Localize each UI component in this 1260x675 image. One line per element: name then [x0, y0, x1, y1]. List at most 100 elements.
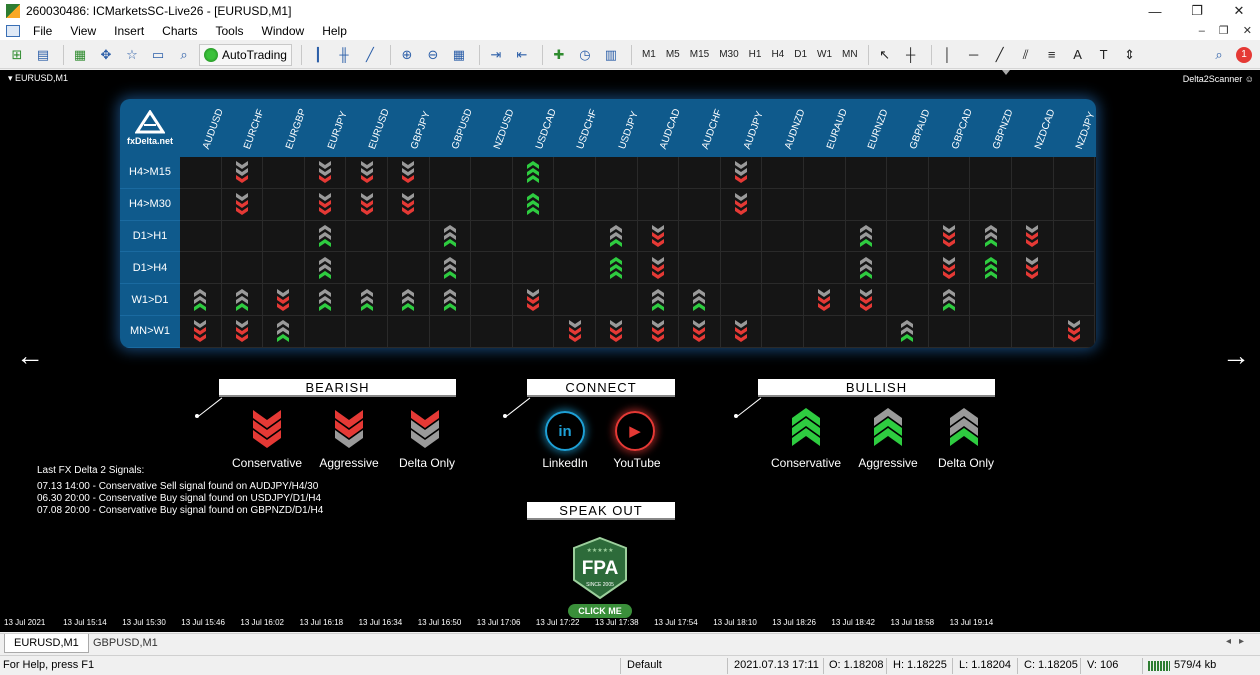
signal-cell[interactable] [304, 252, 347, 285]
signal-cell[interactable] [304, 284, 347, 316]
signal-cell[interactable] [1053, 284, 1096, 316]
signal-cell[interactable] [512, 284, 555, 316]
mdi-minimize-icon[interactable]: – [1199, 22, 1205, 40]
signal-cell[interactable] [637, 157, 680, 189]
signal-cell[interactable] [928, 284, 971, 316]
notification-badge[interactable]: 1 [1236, 46, 1252, 63]
timeframe-m5[interactable]: M5 [661, 49, 685, 60]
signal-cell[interactable] [1053, 220, 1096, 253]
signal-cell[interactable] [221, 316, 264, 348]
signal-cell[interactable] [970, 284, 1012, 316]
signal-cell[interactable] [928, 188, 971, 221]
timeframe-h1[interactable]: H1 [744, 49, 767, 60]
timeframe-m1[interactable]: M1 [637, 49, 661, 60]
signal-cell[interactable] [804, 220, 846, 253]
cursor-icon[interactable]: ↖ [874, 44, 896, 66]
signal-cell[interactable] [512, 220, 555, 253]
signal-cell[interactable] [554, 316, 596, 348]
signal-cell[interactable] [1053, 157, 1096, 189]
signal-cell[interactable] [1012, 316, 1054, 348]
signal-cell[interactable] [845, 252, 888, 285]
signal-cell[interactable] [180, 316, 222, 348]
signal-cell[interactable] [804, 252, 846, 285]
chart-window[interactable]: ▾ EURUSD,M1 Delta2Scanner ☺ fxDelta.net … [0, 70, 1260, 632]
signal-cell[interactable] [679, 284, 721, 316]
signal-cell[interactable] [596, 157, 638, 189]
signal-cell[interactable] [970, 316, 1012, 348]
signal-cell[interactable] [263, 157, 305, 189]
signal-cell[interactable] [804, 284, 846, 316]
signal-cell[interactable] [471, 220, 513, 253]
signal-cell[interactable] [1053, 252, 1096, 285]
menu-help[interactable]: Help [313, 22, 356, 40]
data-window-icon[interactable]: ☆ [121, 44, 143, 66]
signal-cell[interactable] [637, 316, 680, 348]
candlestick-icon[interactable]: ╫ [333, 44, 355, 66]
menu-window[interactable]: Window [253, 22, 314, 40]
signal-cell[interactable] [346, 220, 388, 253]
signal-cell[interactable] [554, 252, 596, 285]
signal-cell[interactable] [263, 316, 305, 348]
signal-cell[interactable] [720, 316, 763, 348]
zoom-in-icon[interactable]: ⊕ [396, 44, 418, 66]
signal-cell[interactable] [928, 220, 971, 253]
signal-cell[interactable] [304, 316, 347, 348]
signal-cell[interactable] [928, 252, 971, 285]
tab-gbpusd-m1[interactable]: GBPUSD,M1 [84, 634, 167, 653]
signal-cell[interactable] [1012, 220, 1054, 253]
signal-cell[interactable] [554, 188, 596, 221]
signal-cell[interactable] [887, 157, 929, 189]
signal-cell[interactable] [346, 316, 388, 348]
text-label-icon[interactable]: T [1093, 44, 1115, 66]
signal-cell[interactable] [554, 284, 596, 316]
signal-cell[interactable] [845, 316, 888, 348]
signal-cell[interactable] [346, 157, 388, 189]
signal-cell[interactable] [388, 252, 430, 285]
timeframe-m30[interactable]: M30 [714, 49, 743, 60]
signal-cell[interactable] [512, 316, 555, 348]
search-icon[interactable]: ⌕ [1208, 44, 1230, 66]
autotrading-button[interactable]: AutoTrading [199, 43, 292, 66]
signal-cell[interactable] [762, 188, 804, 221]
tab-scroll-arrows-icon[interactable]: ◂▸ [1226, 636, 1252, 647]
signal-cell[interactable] [845, 188, 888, 221]
signal-cell[interactable] [762, 252, 804, 285]
menu-view[interactable]: View [61, 22, 105, 40]
signal-cell[interactable] [804, 188, 846, 221]
signal-cell[interactable] [679, 252, 721, 285]
close-icon[interactable]: ✕ [1218, 0, 1260, 22]
signal-cell[interactable] [180, 284, 222, 316]
signal-cell[interactable] [1012, 188, 1054, 221]
menu-tools[interactable]: Tools [207, 22, 253, 40]
tab-eurusd-m1[interactable]: EURUSD,M1 [4, 634, 89, 653]
signal-cell[interactable] [512, 252, 555, 285]
signal-cell[interactable] [887, 252, 929, 285]
signal-cell[interactable] [596, 316, 638, 348]
signal-cell[interactable] [263, 284, 305, 316]
signal-cell[interactable] [221, 284, 264, 316]
line-chart-icon[interactable]: ╱ [359, 44, 381, 66]
youtube-caption[interactable]: YouTube [602, 456, 672, 470]
mdi-close-icon[interactable]: ✕ [1243, 22, 1252, 40]
chart-shift-icon[interactable]: ⇤ [511, 44, 533, 66]
mdi-restore-icon[interactable]: ❐ [1219, 22, 1229, 40]
arrow-left-icon[interactable]: ← [16, 342, 44, 370]
signal-cell[interactable] [346, 252, 388, 285]
signal-cell[interactable] [970, 220, 1012, 253]
signal-cell[interactable] [388, 188, 430, 221]
signal-cell[interactable] [762, 157, 804, 189]
signal-cell[interactable] [1053, 316, 1096, 348]
signal-cell[interactable] [304, 220, 347, 253]
signal-cell[interactable] [180, 188, 222, 221]
signal-cell[interactable] [679, 220, 721, 253]
signal-cell[interactable] [221, 252, 264, 285]
menu-charts[interactable]: Charts [153, 22, 206, 40]
signal-cell[interactable] [845, 220, 888, 253]
signal-cell[interactable] [388, 220, 430, 253]
signal-cell[interactable] [804, 316, 846, 348]
signal-cell[interactable] [596, 252, 638, 285]
signal-cell[interactable] [346, 188, 388, 221]
signal-cell[interactable] [720, 220, 763, 253]
terminal-icon[interactable]: ▭ [147, 44, 169, 66]
signal-cell[interactable] [180, 252, 222, 285]
